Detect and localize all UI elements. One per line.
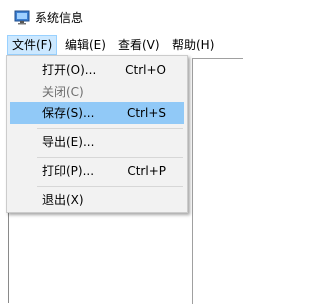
menu-item-export[interactable]: 导出(E)... (10, 131, 184, 153)
window-title: 系统信息 (35, 11, 84, 25)
menu-item-save-label: 保存(S)... (42, 106, 95, 120)
menu-item-close-label: 关闭(C) (42, 85, 84, 99)
menu-bar: 文件(F) 编辑(E) 查看(V) 帮助(H) (0, 35, 242, 55)
menu-item-exit-label: 退出(X) (42, 193, 84, 207)
menu-separator (37, 186, 183, 187)
file-menu-dropdown: 打开(O)... Ctrl+O 关闭(C) 保存(S)... Ctrl+S 导出… (6, 55, 188, 213)
menu-item-print-label: 打印(P)... (42, 164, 95, 178)
system-info-monitor-icon (14, 10, 30, 25)
menu-item-save[interactable]: 保存(S)... Ctrl+S (10, 102, 184, 124)
menu-item-open-label: 打开(O)... (42, 63, 97, 77)
menu-item-save-shortcut: Ctrl+S (126, 106, 166, 120)
menu-item-export-label: 导出(E)... (42, 135, 95, 149)
menu-edit[interactable]: 编辑(E) (61, 35, 110, 55)
menu-item-exit[interactable]: 退出(X) (10, 189, 184, 211)
menu-file[interactable]: 文件(F) (7, 35, 58, 55)
menu-item-open-shortcut: Ctrl+O (125, 63, 166, 77)
details-pane (192, 58, 243, 304)
menu-item-open[interactable]: 打开(O)... Ctrl+O (10, 59, 184, 81)
title-bar: 系统信息 (0, 0, 242, 35)
menu-separator (37, 157, 183, 158)
menu-item-close: 关闭(C) (10, 81, 184, 103)
menu-separator (37, 128, 183, 129)
menu-item-print-shortcut: Ctrl+P (127, 164, 166, 178)
menu-item-print[interactable]: 打印(P)... Ctrl+P (10, 160, 184, 182)
menu-help[interactable]: 帮助(H) (168, 35, 218, 55)
menu-view[interactable]: 查看(V) (114, 35, 164, 55)
